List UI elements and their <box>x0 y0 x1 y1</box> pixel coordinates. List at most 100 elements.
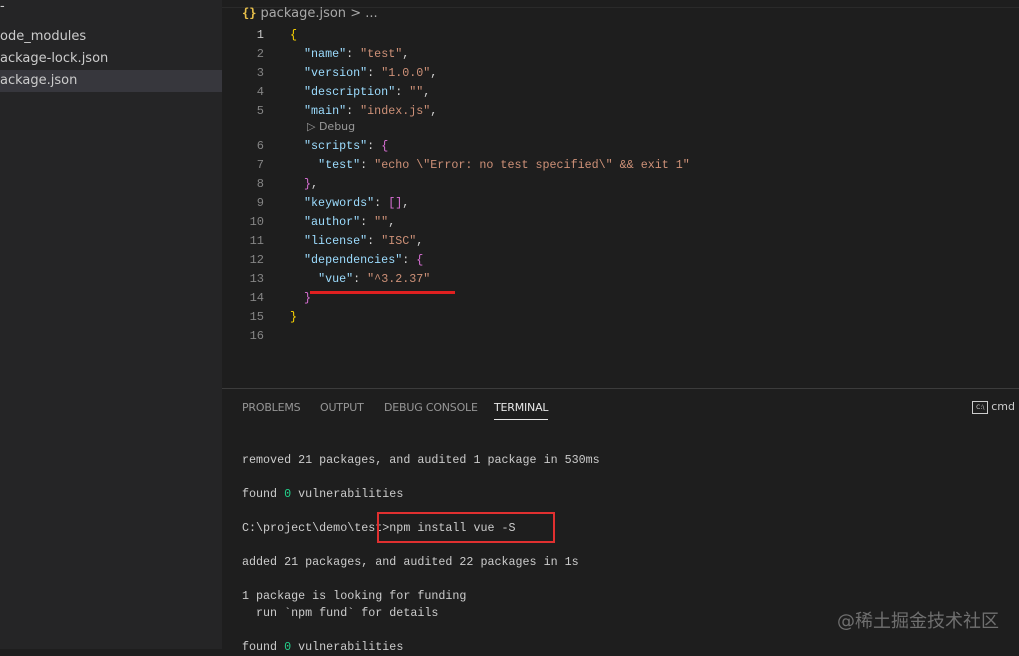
line-number: 4 <box>256 85 264 99</box>
watermark: @稀土掘金技术社区 <box>837 611 999 632</box>
code-line[interactable]: } <box>290 289 311 308</box>
line-number: 12 <box>249 253 264 267</box>
code-line[interactable]: } <box>290 308 297 327</box>
line-number: 14 <box>249 291 264 305</box>
breadcrumb-file[interactable]: package.json <box>260 6 346 21</box>
code-token: "" <box>374 215 389 229</box>
code-line[interactable]: "scripts": { <box>290 137 388 156</box>
code-token: , <box>402 196 410 210</box>
code-token: : <box>367 139 382 153</box>
code-token: { <box>290 28 298 42</box>
line-number: 15 <box>249 310 264 324</box>
terminal-shell-selector[interactable]: C:\ cmd <box>972 400 1015 414</box>
code-token: : <box>374 196 389 210</box>
code-token: "" <box>409 85 424 99</box>
code-token: : <box>360 215 375 229</box>
code-token: "keywords" <box>304 196 375 210</box>
code-line[interactable]: "version": "1.0.0", <box>290 64 437 83</box>
code-line[interactable]: }, <box>290 175 318 194</box>
tab-output[interactable]: OUTPUT <box>320 401 364 414</box>
code-token: , <box>311 177 319 191</box>
code-token: } <box>304 177 312 191</box>
code-token: "test" <box>318 158 361 172</box>
code-token: : <box>402 253 417 267</box>
terminal-line: run `npm fund` for details <box>242 606 439 620</box>
terminal-line: 1 package is looking for funding <box>242 589 467 603</box>
terminal-line: found 0 vulnerabilities <box>242 487 404 501</box>
code-token: , <box>430 104 438 118</box>
explorer-item[interactable]: - <box>0 0 222 18</box>
line-number: 16 <box>249 329 264 343</box>
code-token: "name" <box>304 47 347 61</box>
breadcrumb-rest[interactable]: > ... <box>350 6 377 21</box>
code-editor[interactable]: {} package.json > ... 1{2 "name": "test",… <box>222 0 1019 388</box>
code-token: { <box>416 253 424 267</box>
line-number: 3 <box>256 66 264 80</box>
line-number: 10 <box>249 215 264 229</box>
explorer-item-package-lock[interactable]: ackage-lock.json <box>0 48 222 70</box>
code-token: "author" <box>304 215 361 229</box>
tab-problems[interactable]: PROBLEMS <box>242 401 301 414</box>
code-token: , <box>388 215 396 229</box>
line-number: 7 <box>256 158 264 172</box>
line-number: 11 <box>249 234 264 248</box>
line-number: 6 <box>256 139 264 153</box>
code-line[interactable]: "author": "", <box>290 213 395 232</box>
line-number: 13 <box>249 272 264 286</box>
code-line[interactable]: "dependencies": { <box>290 251 423 270</box>
code-token: "echo \"Error: no test specified\" && ex… <box>374 158 690 172</box>
code-token: , <box>402 47 410 61</box>
code-token: "version" <box>304 66 368 80</box>
code-line[interactable]: { <box>290 26 297 45</box>
red-underline-annotation <box>310 291 455 294</box>
code-token: "dependencies" <box>304 253 403 267</box>
line-number: 5 <box>256 104 264 118</box>
breadcrumb[interactable]: {} package.json > ... <box>242 6 378 21</box>
code-token: "test" <box>360 47 403 61</box>
code-token: , <box>416 234 424 248</box>
json-file-icon: {} <box>242 6 257 20</box>
line-number: 2 <box>256 47 264 61</box>
code-token: "^3.2.37" <box>367 272 431 286</box>
debug-codelens[interactable]: ▷ Debug <box>307 120 355 133</box>
code-token: : <box>367 234 382 248</box>
code-line[interactable]: "keywords": [], <box>290 194 409 213</box>
code-token: "main" <box>304 104 347 118</box>
line-number: 9 <box>256 196 264 210</box>
code-line[interactable]: "name": "test", <box>290 45 409 64</box>
code-token: : <box>346 104 361 118</box>
code-line[interactable]: "license": "ISC", <box>290 232 423 251</box>
code-token: [] <box>388 196 403 210</box>
line-number: 8 <box>256 177 264 191</box>
code-line[interactable]: "vue": "^3.2.37" <box>290 270 430 289</box>
tab-terminal[interactable]: TERMINAL <box>494 401 549 420</box>
code-token: } <box>290 310 298 324</box>
code-token: "description" <box>304 85 396 99</box>
code-token: "ISC" <box>381 234 417 248</box>
code-line[interactable]: "test": "echo \"Error: no test specified… <box>290 156 690 175</box>
code-token: "license" <box>304 234 368 248</box>
code-token: , <box>430 66 438 80</box>
code-token: : <box>367 66 382 80</box>
terminal-icon: C:\ <box>972 400 989 414</box>
explorer-item-package-json[interactable]: ackage.json <box>0 70 222 92</box>
code-token: "index.js" <box>360 104 431 118</box>
code-token: "1.0.0" <box>381 66 431 80</box>
explorer-sidebar: - ode_modules ackage-lock.json ackage.js… <box>0 0 222 649</box>
code-line[interactable]: "main": "index.js", <box>290 102 437 121</box>
code-line[interactable]: "description": "", <box>290 83 430 102</box>
code-token: : <box>395 85 410 99</box>
explorer-item-node-modules[interactable]: ode_modules <box>0 26 222 48</box>
tab-debug-console[interactable]: DEBUG CONSOLE <box>384 401 478 414</box>
